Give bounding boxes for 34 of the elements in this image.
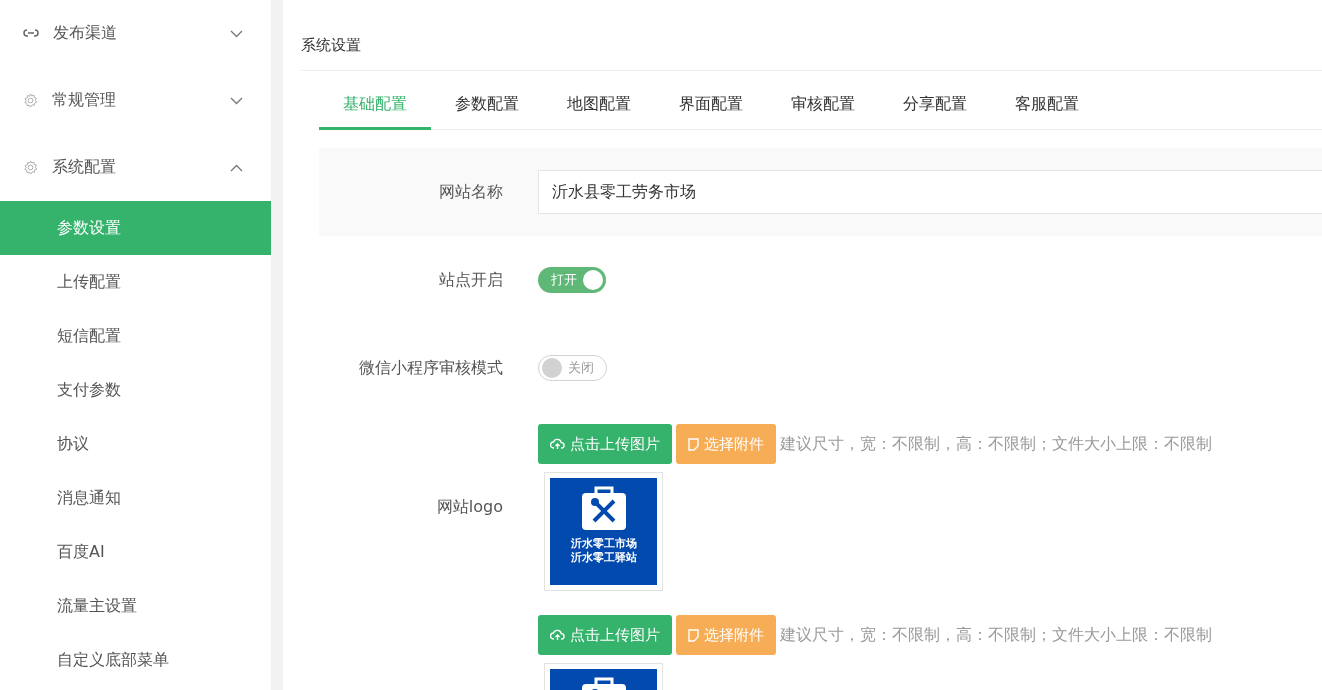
sidebar-item[interactable]: 百度AI <box>0 525 271 579</box>
input-field[interactable]: 沂水县零工劳务市场 <box>538 170 1322 214</box>
logo-text: 沂水零工市场 <box>570 537 637 551</box>
hint-text: 建议尺寸，宽：不限制，高：不限制；文件大小上限：不限制 <box>780 433 1212 455</box>
field-label: 网站logo <box>435 497 503 518</box>
tab[interactable]: 分享配置 <box>879 82 991 130</box>
logo-text: 沂水零工驿站 <box>570 551 637 565</box>
sidebar-item[interactable]: 协议 <box>0 417 271 471</box>
panel-title: 系统设置 <box>301 35 361 55</box>
tab[interactable]: 参数配置 <box>431 82 543 130</box>
sidebar-item[interactable]: 短信配置 <box>0 309 271 363</box>
sidebar-group[interactable]: 系统配置 <box>0 134 271 201</box>
sidebar-item[interactable]: 消息通知 <box>0 471 271 525</box>
tab[interactable]: 地图配置 <box>543 82 655 130</box>
sidebar-item[interactable]: 自定义底部菜单 <box>0 633 271 687</box>
sidebar-item[interactable]: 上传配置 <box>0 255 271 309</box>
sidebar-item[interactable]: 流量主设置 <box>0 579 271 633</box>
gear-icon <box>23 160 38 175</box>
hint-text: 建议尺寸，宽：不限制，高：不限制；文件大小上限：不限制 <box>780 624 1212 646</box>
cloud-upload-icon <box>550 438 565 450</box>
link-icon <box>23 27 39 40</box>
tab[interactable]: 客服配置 <box>991 82 1103 130</box>
field-label: 网站名称 <box>438 181 503 203</box>
document-icon <box>688 437 699 451</box>
gear-icon <box>23 93 38 108</box>
field-label: 微信小程序审核模式 <box>358 357 503 379</box>
tab[interactable]: 界面配置 <box>655 82 767 130</box>
sidebar-group[interactable]: 发布渠道 <box>0 0 271 67</box>
field-label: 站点开启 <box>438 269 503 291</box>
cloud-upload-icon <box>550 629 565 641</box>
sidebar-group[interactable]: 常规管理 <box>0 67 271 134</box>
tab[interactable]: 审核配置 <box>767 82 879 130</box>
document-icon <box>688 628 699 642</box>
sidebar-item[interactable]: 支付参数 <box>0 363 271 417</box>
